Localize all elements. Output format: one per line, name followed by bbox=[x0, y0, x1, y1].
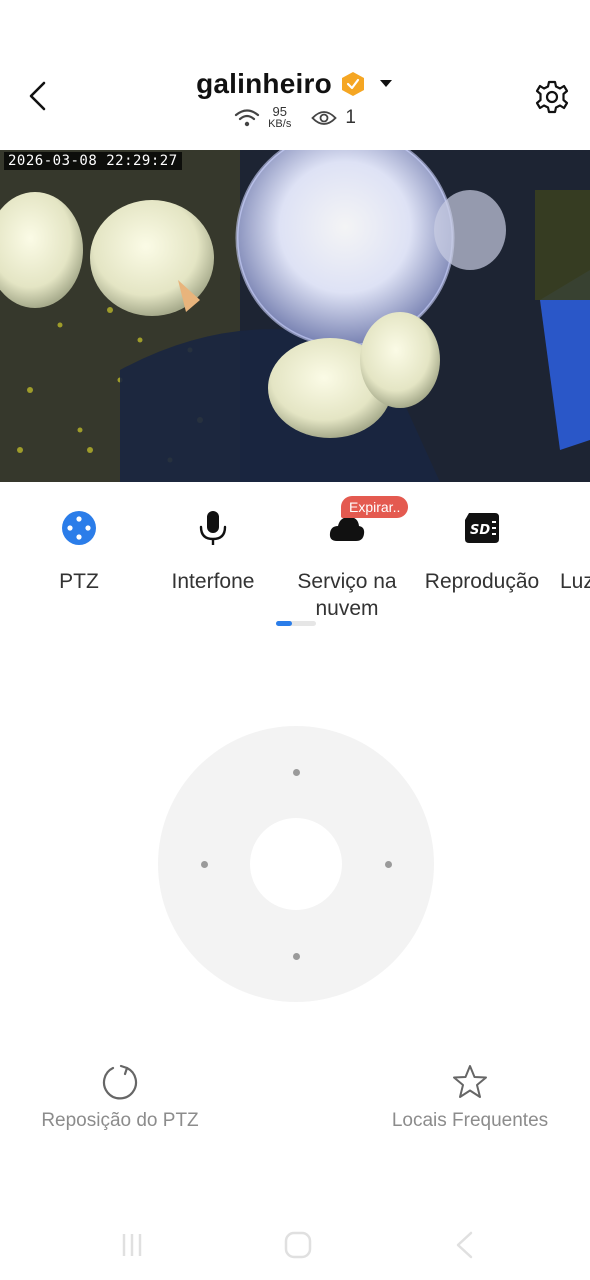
system-back-button[interactable] bbox=[444, 1228, 484, 1262]
title-row: galinheiro bbox=[0, 64, 590, 104]
frequent-locations-button[interactable]: Locais Frequentes bbox=[380, 1060, 560, 1132]
tab-cloud-service[interactable]: Serviço na nuvem Expirar.. bbox=[277, 496, 417, 622]
viewer-count: 1 bbox=[345, 107, 356, 128]
device-title: galinheiro bbox=[196, 68, 332, 99]
live-video-feed[interactable]: 2026-03-08 22:29:27 bbox=[0, 150, 590, 482]
ptz-center-button[interactable] bbox=[250, 818, 342, 910]
device-dropdown-icon[interactable] bbox=[378, 76, 394, 92]
ptz-down-button[interactable] bbox=[274, 934, 318, 978]
expire-badge: Expirar.. bbox=[341, 496, 409, 518]
tab-label: PTZ bbox=[59, 570, 99, 593]
tab-ptz[interactable]: PTZ bbox=[9, 500, 149, 595]
recent-apps-icon bbox=[122, 1234, 142, 1256]
speed-value: 95 bbox=[272, 104, 287, 119]
scroll-indicator-fill bbox=[276, 621, 292, 626]
ptz-up-button[interactable] bbox=[274, 750, 318, 794]
status-row: 95 KB/s 1 bbox=[0, 103, 590, 133]
svg-text:SD: SD bbox=[470, 523, 490, 538]
speed-unit: KB/s bbox=[268, 118, 292, 130]
system-navigation-bar bbox=[0, 1220, 590, 1270]
eye-icon bbox=[311, 111, 338, 125]
header: galinheiro 95 KB/s 1 bbox=[0, 0, 590, 150]
tab-label: Luz bbox=[560, 570, 590, 593]
back-arrow-icon bbox=[456, 1231, 473, 1259]
home-icon bbox=[284, 1231, 312, 1259]
wifi-icon bbox=[234, 109, 260, 127]
tab-label: Reprodução bbox=[424, 570, 540, 593]
camera-screen: galinheiro 95 KB/s 1 2026-03-08 22:29:27… bbox=[0, 0, 590, 1280]
recent-apps-button[interactable] bbox=[112, 1228, 152, 1262]
tab-light[interactable]: Luz bbox=[546, 500, 590, 595]
home-button[interactable] bbox=[278, 1228, 318, 1262]
ptz-reset-button[interactable]: Reposição do PTZ bbox=[30, 1060, 210, 1132]
frequent-locations-label: Locais Frequentes bbox=[391, 1110, 549, 1131]
ptz-reset-label: Reposição do PTZ bbox=[41, 1110, 199, 1131]
microphone-icon bbox=[199, 511, 227, 545]
tab-interfone[interactable]: Interfone bbox=[143, 500, 283, 595]
refresh-icon bbox=[102, 1064, 138, 1100]
premium-badge-icon bbox=[340, 71, 366, 97]
control-tabs: PTZ Interfone Serviço na nuvem Expirar.. bbox=[0, 496, 590, 630]
ptz-icon bbox=[62, 511, 96, 545]
video-timestamp: 2026-03-08 22:29:27 bbox=[4, 152, 182, 170]
sd-card-icon: SD bbox=[465, 513, 499, 543]
tab-label: Serviço na nuvem bbox=[297, 570, 397, 620]
ptz-joystick[interactable] bbox=[158, 726, 434, 1002]
tabs-scroll-indicator bbox=[276, 621, 316, 626]
ptz-left-button[interactable] bbox=[182, 842, 226, 886]
star-icon bbox=[453, 1065, 487, 1098]
ptz-right-button[interactable] bbox=[366, 842, 410, 886]
gear-icon bbox=[535, 80, 569, 114]
tab-playback[interactable]: SD Reprodução bbox=[412, 500, 552, 595]
camera-image bbox=[0, 150, 590, 482]
settings-button[interactable] bbox=[528, 74, 576, 120]
tab-label: Interfone bbox=[171, 570, 255, 593]
network-speed: 95 KB/s bbox=[268, 104, 292, 130]
